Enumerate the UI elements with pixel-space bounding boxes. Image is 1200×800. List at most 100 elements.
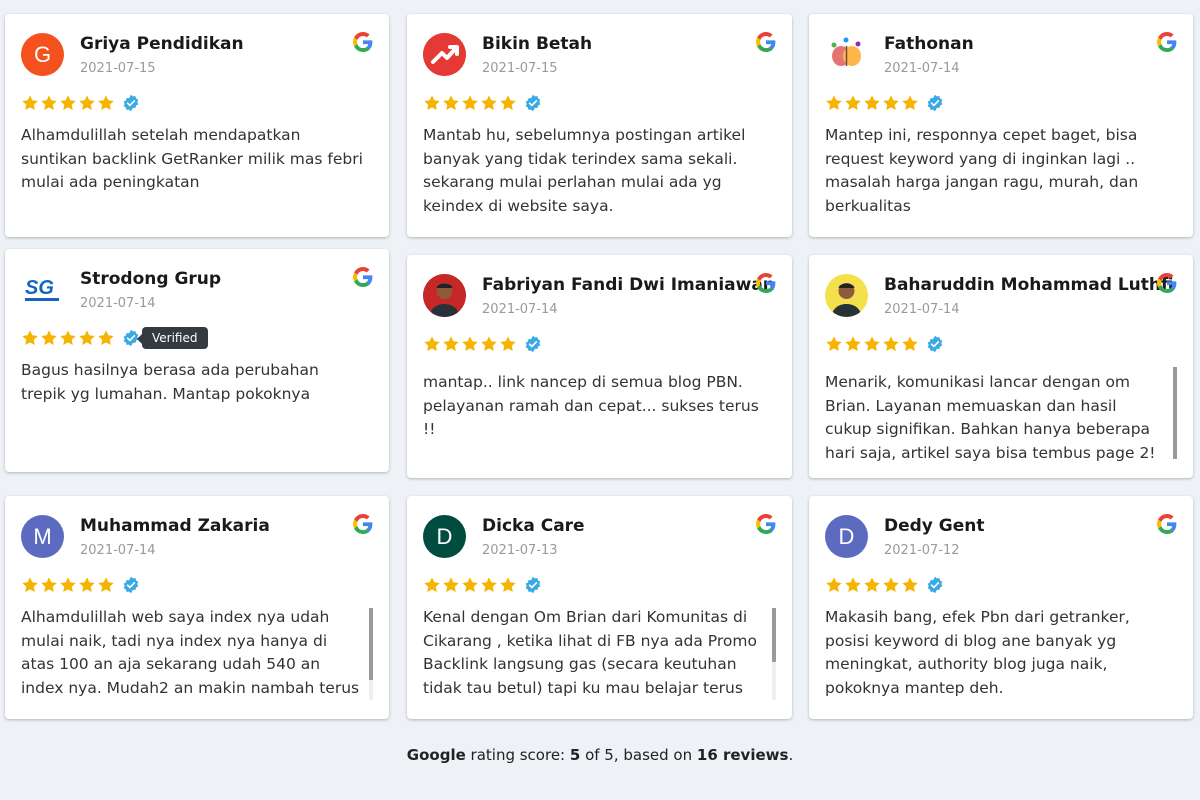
review-date: 2021-07-14	[482, 302, 558, 317]
reviewer-name[interactable]: Strodong Grup	[80, 269, 221, 289]
review-card: SG Strodong Grup 2021-07-14 Bagus hasilnya …	[5, 249, 389, 472]
verified-icon[interactable]	[122, 94, 140, 112]
avatar	[825, 274, 868, 317]
avatar: G	[21, 33, 64, 76]
review-card: D Dedy Gent 2021-07-12 Makasih bang, efek P…	[809, 496, 1193, 719]
avatar	[825, 33, 868, 76]
scrollbar-thumb[interactable]	[1173, 367, 1177, 459]
star-icon	[461, 576, 479, 594]
review-date: 2021-07-15	[80, 61, 156, 76]
review-card: Baharuddin Mohammad Luthfi 2021-07-14 Mena…	[809, 255, 1193, 478]
google-icon[interactable]	[353, 32, 373, 52]
rating-stars	[825, 335, 944, 353]
google-icon[interactable]	[353, 514, 373, 534]
footer-brand: Google	[406, 746, 466, 764]
star-icon	[423, 576, 441, 594]
review-text: Mantep ini, responnya cepet baget, bisa …	[825, 126, 1139, 215]
star-icon	[21, 329, 39, 347]
avatar-letter: G	[33, 41, 52, 67]
verified-icon[interactable]	[926, 94, 944, 112]
reviewer-name[interactable]: Griya Pendidikan	[80, 34, 244, 54]
rating-stars	[423, 335, 542, 353]
verified-icon[interactable]	[926, 335, 944, 353]
google-icon[interactable]	[353, 267, 373, 287]
star-icon	[423, 94, 441, 112]
verified-icon[interactable]	[524, 576, 542, 594]
review-scrollbar[interactable]	[1173, 367, 1177, 459]
avatar-letter: D	[838, 523, 855, 549]
reviewer-name[interactable]: Muhammad Zakaria	[80, 516, 270, 536]
review-card: Fabriyan Fandi Dwi Imaniawan 2021-07-14 ma…	[407, 255, 792, 478]
star-icon	[442, 94, 460, 112]
reviewer-name[interactable]: Dicka Care	[482, 516, 585, 536]
star-icon	[863, 94, 881, 112]
reviewer-name[interactable]: Fabriyan Fandi Dwi Imaniawan	[482, 275, 775, 295]
verified-icon[interactable]	[524, 335, 542, 353]
star-icon	[499, 94, 517, 112]
rating-stars	[825, 94, 944, 112]
reviewer-name[interactable]: Fathonan	[884, 34, 974, 54]
review-card: M Muhammad Zakaria 2021-07-14 Alhamdulillah…	[5, 496, 389, 719]
review-date: 2021-07-14	[80, 543, 156, 558]
verified-icon[interactable]	[122, 576, 140, 594]
star-icon	[461, 94, 479, 112]
star-icon	[825, 335, 843, 353]
star-icon	[882, 576, 900, 594]
google-icon[interactable]	[756, 32, 776, 52]
verified-tooltip: Verified	[137, 327, 208, 349]
avatar-letter: M	[33, 523, 52, 549]
svg-text:SG: SG	[25, 277, 54, 299]
review-date: 2021-07-12	[884, 543, 960, 558]
review-card: D Dicka Care 2021-07-13 Kenal dengan Om Bri…	[407, 496, 792, 719]
review-scrollbar[interactable]	[369, 608, 373, 700]
reviewer-name[interactable]: Baharuddin Mohammad Luthfi	[884, 275, 1174, 295]
star-icon	[97, 576, 115, 594]
star-icon	[863, 576, 881, 594]
rating-summary: Google rating score: 5 of 5, based on 16…	[0, 746, 1200, 764]
google-icon[interactable]	[756, 273, 776, 293]
review-text: mantap.. link nancep di semua blog PBN. …	[423, 373, 759, 438]
verified-icon[interactable]	[926, 576, 944, 594]
review-card: G Griya Pendidikan 2021-07-15 Alhamdulillah…	[5, 14, 389, 237]
star-icon	[825, 94, 843, 112]
rating-stars	[423, 576, 542, 594]
star-icon	[901, 335, 919, 353]
reviewer-name[interactable]: Dedy Gent	[884, 516, 985, 536]
avatar	[423, 274, 466, 317]
star-icon	[480, 576, 498, 594]
review-text: Mantab hu, sebelumnya postingan artikel …	[423, 126, 746, 215]
star-icon	[901, 94, 919, 112]
star-icon	[844, 94, 862, 112]
star-icon	[40, 94, 58, 112]
footer-score: 5	[569, 746, 581, 764]
review-scrollbar[interactable]	[772, 608, 776, 700]
avatar	[423, 33, 466, 76]
scrollbar-thumb[interactable]	[369, 608, 373, 680]
rating-stars	[21, 329, 140, 347]
footer-review-count: 16 reviews	[696, 746, 789, 764]
google-icon[interactable]	[1157, 32, 1177, 52]
review-text: Makasih bang, efek Pbn dari getranker, p…	[825, 608, 1130, 697]
review-card: Bikin Betah 2021-07-15 Mantab hu, sebelumn…	[407, 14, 792, 237]
scrollbar-thumb[interactable]	[772, 608, 776, 662]
google-icon[interactable]	[1157, 514, 1177, 534]
rating-stars	[21, 94, 140, 112]
star-icon	[442, 335, 460, 353]
star-icon	[499, 576, 517, 594]
star-icon	[97, 94, 115, 112]
star-icon	[882, 94, 900, 112]
star-icon	[59, 576, 77, 594]
review-date: 2021-07-14	[884, 302, 960, 317]
verified-icon[interactable]	[524, 94, 542, 112]
star-icon	[21, 94, 39, 112]
star-icon	[882, 335, 900, 353]
review-text: Alhamdulillah web saya index nya udah mu…	[21, 608, 360, 697]
footer-text-1: rating score:	[465, 746, 570, 764]
google-icon[interactable]	[756, 514, 776, 534]
google-icon[interactable]	[1157, 273, 1177, 293]
review-date: 2021-07-14	[884, 61, 960, 76]
reviewer-name[interactable]: Bikin Betah	[482, 34, 592, 54]
star-icon	[901, 576, 919, 594]
star-icon	[97, 329, 115, 347]
rating-stars	[825, 576, 944, 594]
